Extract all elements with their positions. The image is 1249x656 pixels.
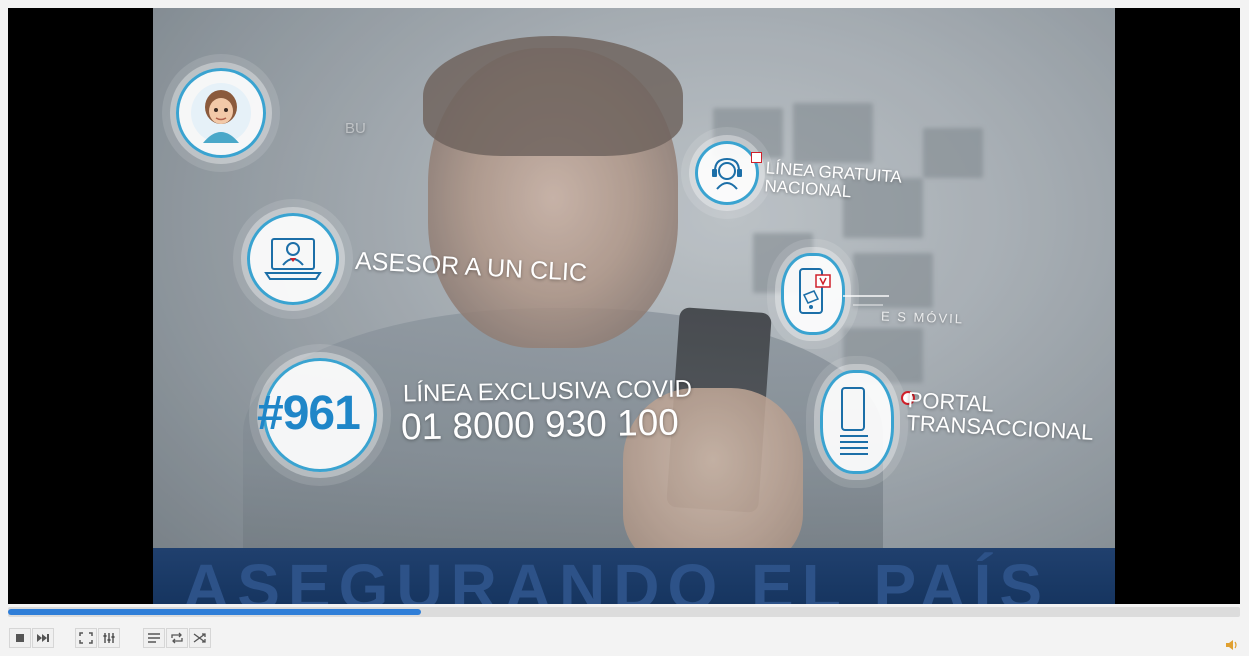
- player-controls: [0, 624, 1249, 656]
- equalizer-icon: [102, 632, 116, 644]
- headset-support-icon: [695, 141, 759, 205]
- stop-icon: [15, 633, 25, 643]
- faded-text: BU: [345, 120, 366, 137]
- covid-phone-number: 01 8000 930 100: [400, 401, 680, 448]
- laptop-advisor-icon: [247, 213, 339, 305]
- es-movil-text: E S MÓVIL: [880, 308, 965, 327]
- seek-bar-progress: [8, 609, 421, 615]
- banner-text: ASEGURANDO EL PAÍS: [183, 551, 1051, 604]
- volume-icon: [1225, 638, 1239, 656]
- seek-bar[interactable]: [8, 607, 1240, 617]
- loop-icon: [170, 632, 184, 644]
- shuffle-button[interactable]: [189, 628, 211, 648]
- assistant-avatar-icon: [176, 68, 266, 158]
- loop-button[interactable]: [166, 628, 188, 648]
- next-frame-button[interactable]: [32, 628, 54, 648]
- playlist-icon: [147, 632, 161, 644]
- portal-document-icon: [820, 370, 894, 474]
- media-player-window: BU ASESOR A UN CLIC LÍNEA GRATUITA NACIO…: [0, 0, 1249, 656]
- video-area[interactable]: BU ASESOR A UN CLIC LÍNEA GRATUITA NACIO…: [8, 8, 1240, 604]
- v-badge-icon: [751, 152, 762, 163]
- shuffle-icon: [193, 632, 207, 644]
- playlist-button[interactable]: [143, 628, 165, 648]
- next-frame-icon: [36, 633, 50, 643]
- mobile-phone-icon: [781, 253, 845, 335]
- portal-transaccional-text: PORTAL TRANSACCIONAL: [906, 387, 1095, 445]
- fullscreen-button[interactable]: [75, 628, 97, 648]
- volume-button[interactable]: [1224, 640, 1240, 654]
- equalizer-button[interactable]: [98, 628, 120, 648]
- bottom-banner: ASEGURANDO EL PAÍS: [153, 548, 1115, 604]
- fullscreen-icon: [79, 632, 93, 644]
- covid-short-code: #961: [257, 387, 361, 440]
- video-frame: BU ASESOR A UN CLIC LÍNEA GRATUITA NACIO…: [153, 8, 1115, 604]
- stop-button[interactable]: [9, 628, 31, 648]
